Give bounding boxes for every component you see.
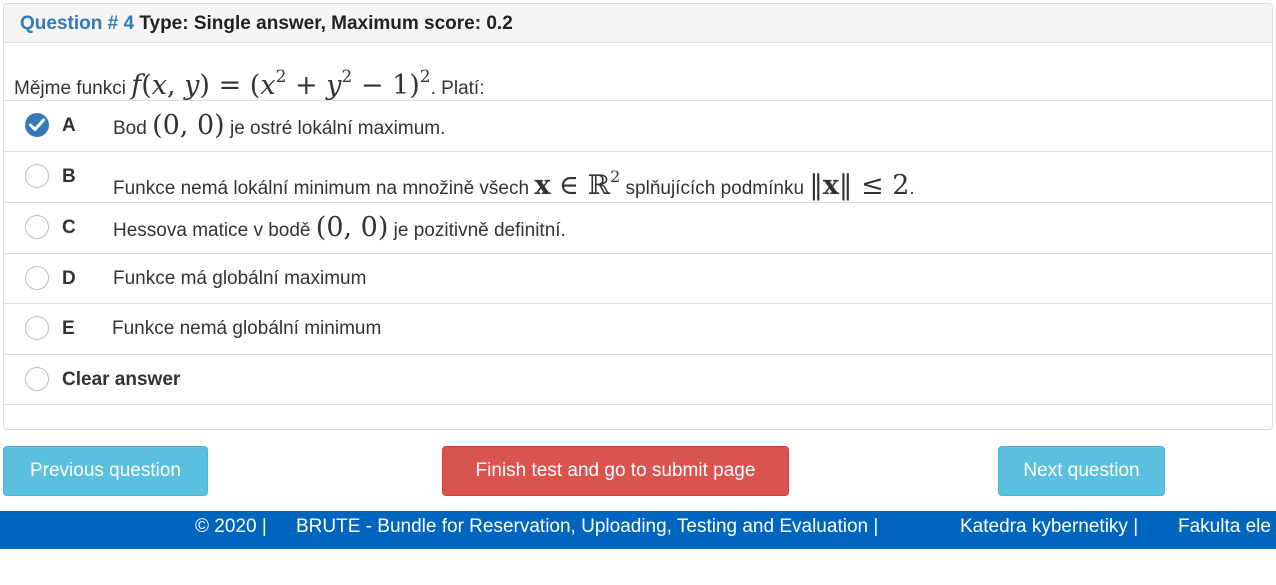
option-d[interactable]: D Funkce má globální maximum bbox=[4, 254, 1272, 304]
option-b[interactable]: B Funkce nemá lokální minimum na množině… bbox=[4, 152, 1272, 203]
prompt-suffix: . Platí: bbox=[430, 78, 485, 99]
footer-department-link[interactable]: Katedra kybernetiky | bbox=[960, 516, 1138, 537]
option-clear-answer[interactable]: Clear answer bbox=[4, 355, 1272, 405]
option-math: (0, 0) bbox=[315, 212, 389, 243]
option-math-norm: ‖x‖ ≤ 2 bbox=[809, 170, 910, 201]
option-letter: E bbox=[62, 318, 75, 339]
radio-empty-icon[interactable] bbox=[25, 215, 49, 239]
answer-options: A Bod (0, 0) je ostré lokální maximum. B… bbox=[4, 100, 1272, 405]
question-panel: Question # 4 Type: Single answer, Maximu… bbox=[3, 3, 1273, 430]
previous-question-button[interactable]: Previous question bbox=[3, 446, 208, 496]
option-letter: D bbox=[62, 268, 76, 289]
prompt-formula: f(x, y) = (x2 + y2 − 1)2 bbox=[131, 67, 431, 101]
option-c[interactable]: C Hessova matice v bodě (0, 0) je poziti… bbox=[4, 203, 1272, 254]
question-prompt: Mějme funkci f(x, y) = (x2 + y2 − 1)2. P… bbox=[4, 43, 1272, 101]
footer-copyright: © 2020 | bbox=[195, 516, 267, 537]
option-text: Hessova matice v bodě (0, 0) je pozitivn… bbox=[113, 212, 566, 243]
option-math-set: x ∈ ℝ2 bbox=[534, 167, 621, 201]
option-letter: A bbox=[62, 115, 76, 136]
footer-brute-link[interactable]: BRUTE - Bundle for Reservation, Uploadin… bbox=[296, 516, 878, 537]
option-text: Bod (0, 0) je ostré lokální maximum. bbox=[113, 110, 446, 141]
radio-empty-icon[interactable] bbox=[25, 367, 49, 391]
option-e[interactable]: E Funkce nemá globální minimum bbox=[4, 304, 1272, 355]
option-text: Funkce nemá globální minimum bbox=[112, 318, 382, 339]
option-text: Funkce má globální maximum bbox=[113, 268, 367, 289]
option-a[interactable]: A Bod (0, 0) je ostré lokální maximum. bbox=[4, 101, 1272, 152]
radio-empty-icon[interactable] bbox=[25, 316, 49, 340]
option-letter: C bbox=[62, 217, 76, 238]
question-number: Question # 4 bbox=[20, 13, 135, 34]
footer-faculty-link[interactable]: Fakulta ele bbox=[1178, 516, 1271, 537]
question-type: Type: Single answer, Maximum score: 0.2 bbox=[139, 13, 513, 34]
question-header: Question # 4 Type: Single answer, Maximu… bbox=[4, 4, 1272, 43]
finish-test-button[interactable]: Finish test and go to submit page bbox=[442, 446, 789, 496]
option-letter: B bbox=[62, 166, 76, 187]
next-question-button[interactable]: Next question bbox=[998, 446, 1165, 496]
radio-empty-icon[interactable] bbox=[25, 266, 49, 290]
clear-answer-label: Clear answer bbox=[62, 369, 181, 390]
option-math: (0, 0) bbox=[152, 110, 225, 141]
footer: © 2020 | BRUTE - Bundle for Reservation,… bbox=[0, 511, 1276, 549]
prompt-prefix: Mějme funkci bbox=[14, 78, 126, 99]
check-circle-icon[interactable] bbox=[25, 113, 49, 137]
radio-empty-icon[interactable] bbox=[25, 164, 49, 188]
